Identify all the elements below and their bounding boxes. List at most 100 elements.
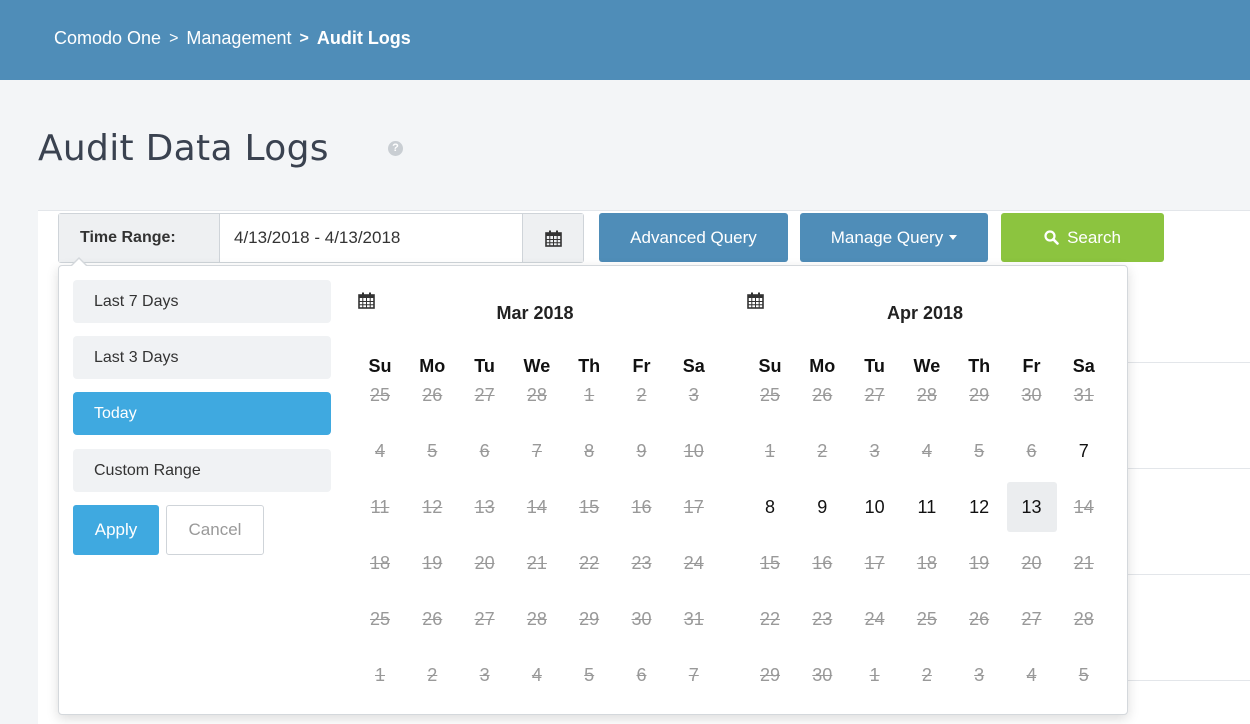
calendar-day: 3 <box>479 664 490 685</box>
calendar-day: 26 <box>422 384 443 405</box>
calendar-day: 28 <box>526 384 547 405</box>
calendar-day: 4 <box>921 440 932 461</box>
calendar-day: 18 <box>916 552 937 573</box>
range-custom-range[interactable]: Custom Range <box>73 449 331 492</box>
calendar-day: 10 <box>683 440 704 461</box>
calendar-day: 25 <box>759 384 781 405</box>
range-today[interactable]: Today <box>73 392 331 435</box>
time-range-label: Time Range: <box>59 214 220 262</box>
time-range-calendar-button[interactable] <box>522 214 583 262</box>
calendar-day: 5 <box>974 440 985 461</box>
calendar-day: 16 <box>812 552 833 573</box>
calendar-day: 21 <box>526 552 547 573</box>
apply-button[interactable]: Apply <box>73 505 159 555</box>
breadcrumb-item-management[interactable]: Management <box>186 28 291 49</box>
calendar-day: 6 <box>1026 440 1037 461</box>
calendar-day: 17 <box>864 552 885 573</box>
table-row-divider <box>1128 468 1250 469</box>
calendar-day: 18 <box>369 552 391 573</box>
calendar-day[interactable]: 9 <box>797 482 847 532</box>
calendar-day: 28 <box>1073 608 1094 629</box>
breadcrumb-item-comodo-one[interactable]: Comodo One <box>54 28 161 49</box>
calendar-icon <box>747 292 764 309</box>
search-icon <box>1044 230 1059 245</box>
calendar-day: 7 <box>688 664 699 685</box>
calendar-day: 27 <box>474 384 495 405</box>
search-label: Search <box>1067 227 1121 247</box>
calendar-day: 22 <box>759 608 781 629</box>
search-button[interactable]: Search <box>1001 213 1164 262</box>
picker-pointer-inner <box>71 259 87 267</box>
calendar-day: 30 <box>631 608 652 629</box>
calendar-day: 11 <box>370 496 390 517</box>
calendar-day: 1 <box>374 664 385 685</box>
calendar-day: 14 <box>1073 496 1094 517</box>
calendar-day: 15 <box>579 496 600 517</box>
calendar-day: 2 <box>427 664 438 685</box>
month-title-right: Apr 2018 <box>886 303 964 323</box>
table-row-divider <box>1128 680 1250 681</box>
time-range-group: Time Range: <box>58 213 584 263</box>
range-last-3-days[interactable]: Last 3 Days <box>73 336 331 379</box>
advanced-query-button[interactable]: Advanced Query <box>599 213 788 262</box>
caret-down-icon <box>949 235 958 240</box>
calendar-day: 19 <box>422 552 443 573</box>
cancel-button[interactable]: Cancel <box>166 505 264 555</box>
calendar-day: 9 <box>636 440 647 461</box>
calendar-day: 27 <box>474 608 495 629</box>
calendar-day: 4 <box>1026 664 1037 685</box>
calendar-day: 12 <box>422 496 443 517</box>
calendar-day: 29 <box>759 664 781 685</box>
calendar-day: 5 <box>584 664 595 685</box>
calendar-day: 3 <box>974 664 985 685</box>
calendar-day: 5 <box>427 440 438 461</box>
calendar-day: 4 <box>531 664 542 685</box>
calendar-day[interactable]: 10 <box>850 482 900 532</box>
calendar-day: 3 <box>688 384 699 405</box>
calendar-day: 2 <box>921 664 932 685</box>
table-row-divider <box>1128 362 1250 363</box>
breadcrumb-item-audit-logs: Audit Logs <box>316 28 411 48</box>
calendar-day: 26 <box>422 608 443 629</box>
calendar-day: 30 <box>1021 384 1042 405</box>
breadcrumb-separator: > <box>299 29 309 47</box>
calendar-day: 24 <box>864 608 885 629</box>
calendar-day: 29 <box>969 384 990 405</box>
calendar-day: 7 <box>531 440 542 461</box>
calendar-day[interactable]: 7 <box>1059 426 1109 476</box>
calendar-day: 25 <box>369 384 391 405</box>
calendar-day: 30 <box>812 664 833 685</box>
help-icon[interactable]: ? <box>388 141 403 156</box>
table-row-divider <box>1128 574 1250 575</box>
calendar-day: 5 <box>1078 664 1089 685</box>
calendar-day: 24 <box>683 552 704 573</box>
calendar-day: 1 <box>869 664 880 685</box>
range-last-7-days[interactable]: Last 7 Days <box>73 280 331 323</box>
breadcrumb: Comodo One > Management > Audit Logs <box>54 28 411 49</box>
calendar-day[interactable]: 12 <box>954 482 1004 532</box>
calendar-day: 19 <box>969 552 990 573</box>
calendar-day: 27 <box>864 384 885 405</box>
calendar-day: 2 <box>817 440 828 461</box>
calendar-day[interactable]: 11 <box>902 482 952 532</box>
calendar-day[interactable]: 8 <box>745 482 795 532</box>
calendar-day: 28 <box>916 384 937 405</box>
calendar-day: 14 <box>526 496 547 517</box>
calendar-day: 23 <box>812 608 833 629</box>
calendar-day: 27 <box>1021 608 1042 629</box>
time-range-input[interactable] <box>220 214 522 262</box>
page-title: Audit Data Logs <box>38 128 329 169</box>
calendar-day: 8 <box>584 440 595 461</box>
calendar-day: 1 <box>764 440 775 461</box>
calendar-icon <box>544 230 562 247</box>
calendar-day: 23 <box>631 552 652 573</box>
calendar-day: 3 <box>869 440 880 461</box>
calendar-day: 13 <box>474 496 495 517</box>
breadcrumb-separator: > <box>169 29 179 47</box>
calendar-day: 26 <box>812 384 833 405</box>
calendar-day: 29 <box>579 608 600 629</box>
calendar-day-selected[interactable]: 13 <box>1006 482 1057 532</box>
calendar-day: 2 <box>636 384 647 405</box>
calendar-day: 28 <box>526 608 547 629</box>
manage-query-button[interactable]: Manage Query <box>800 213 988 262</box>
